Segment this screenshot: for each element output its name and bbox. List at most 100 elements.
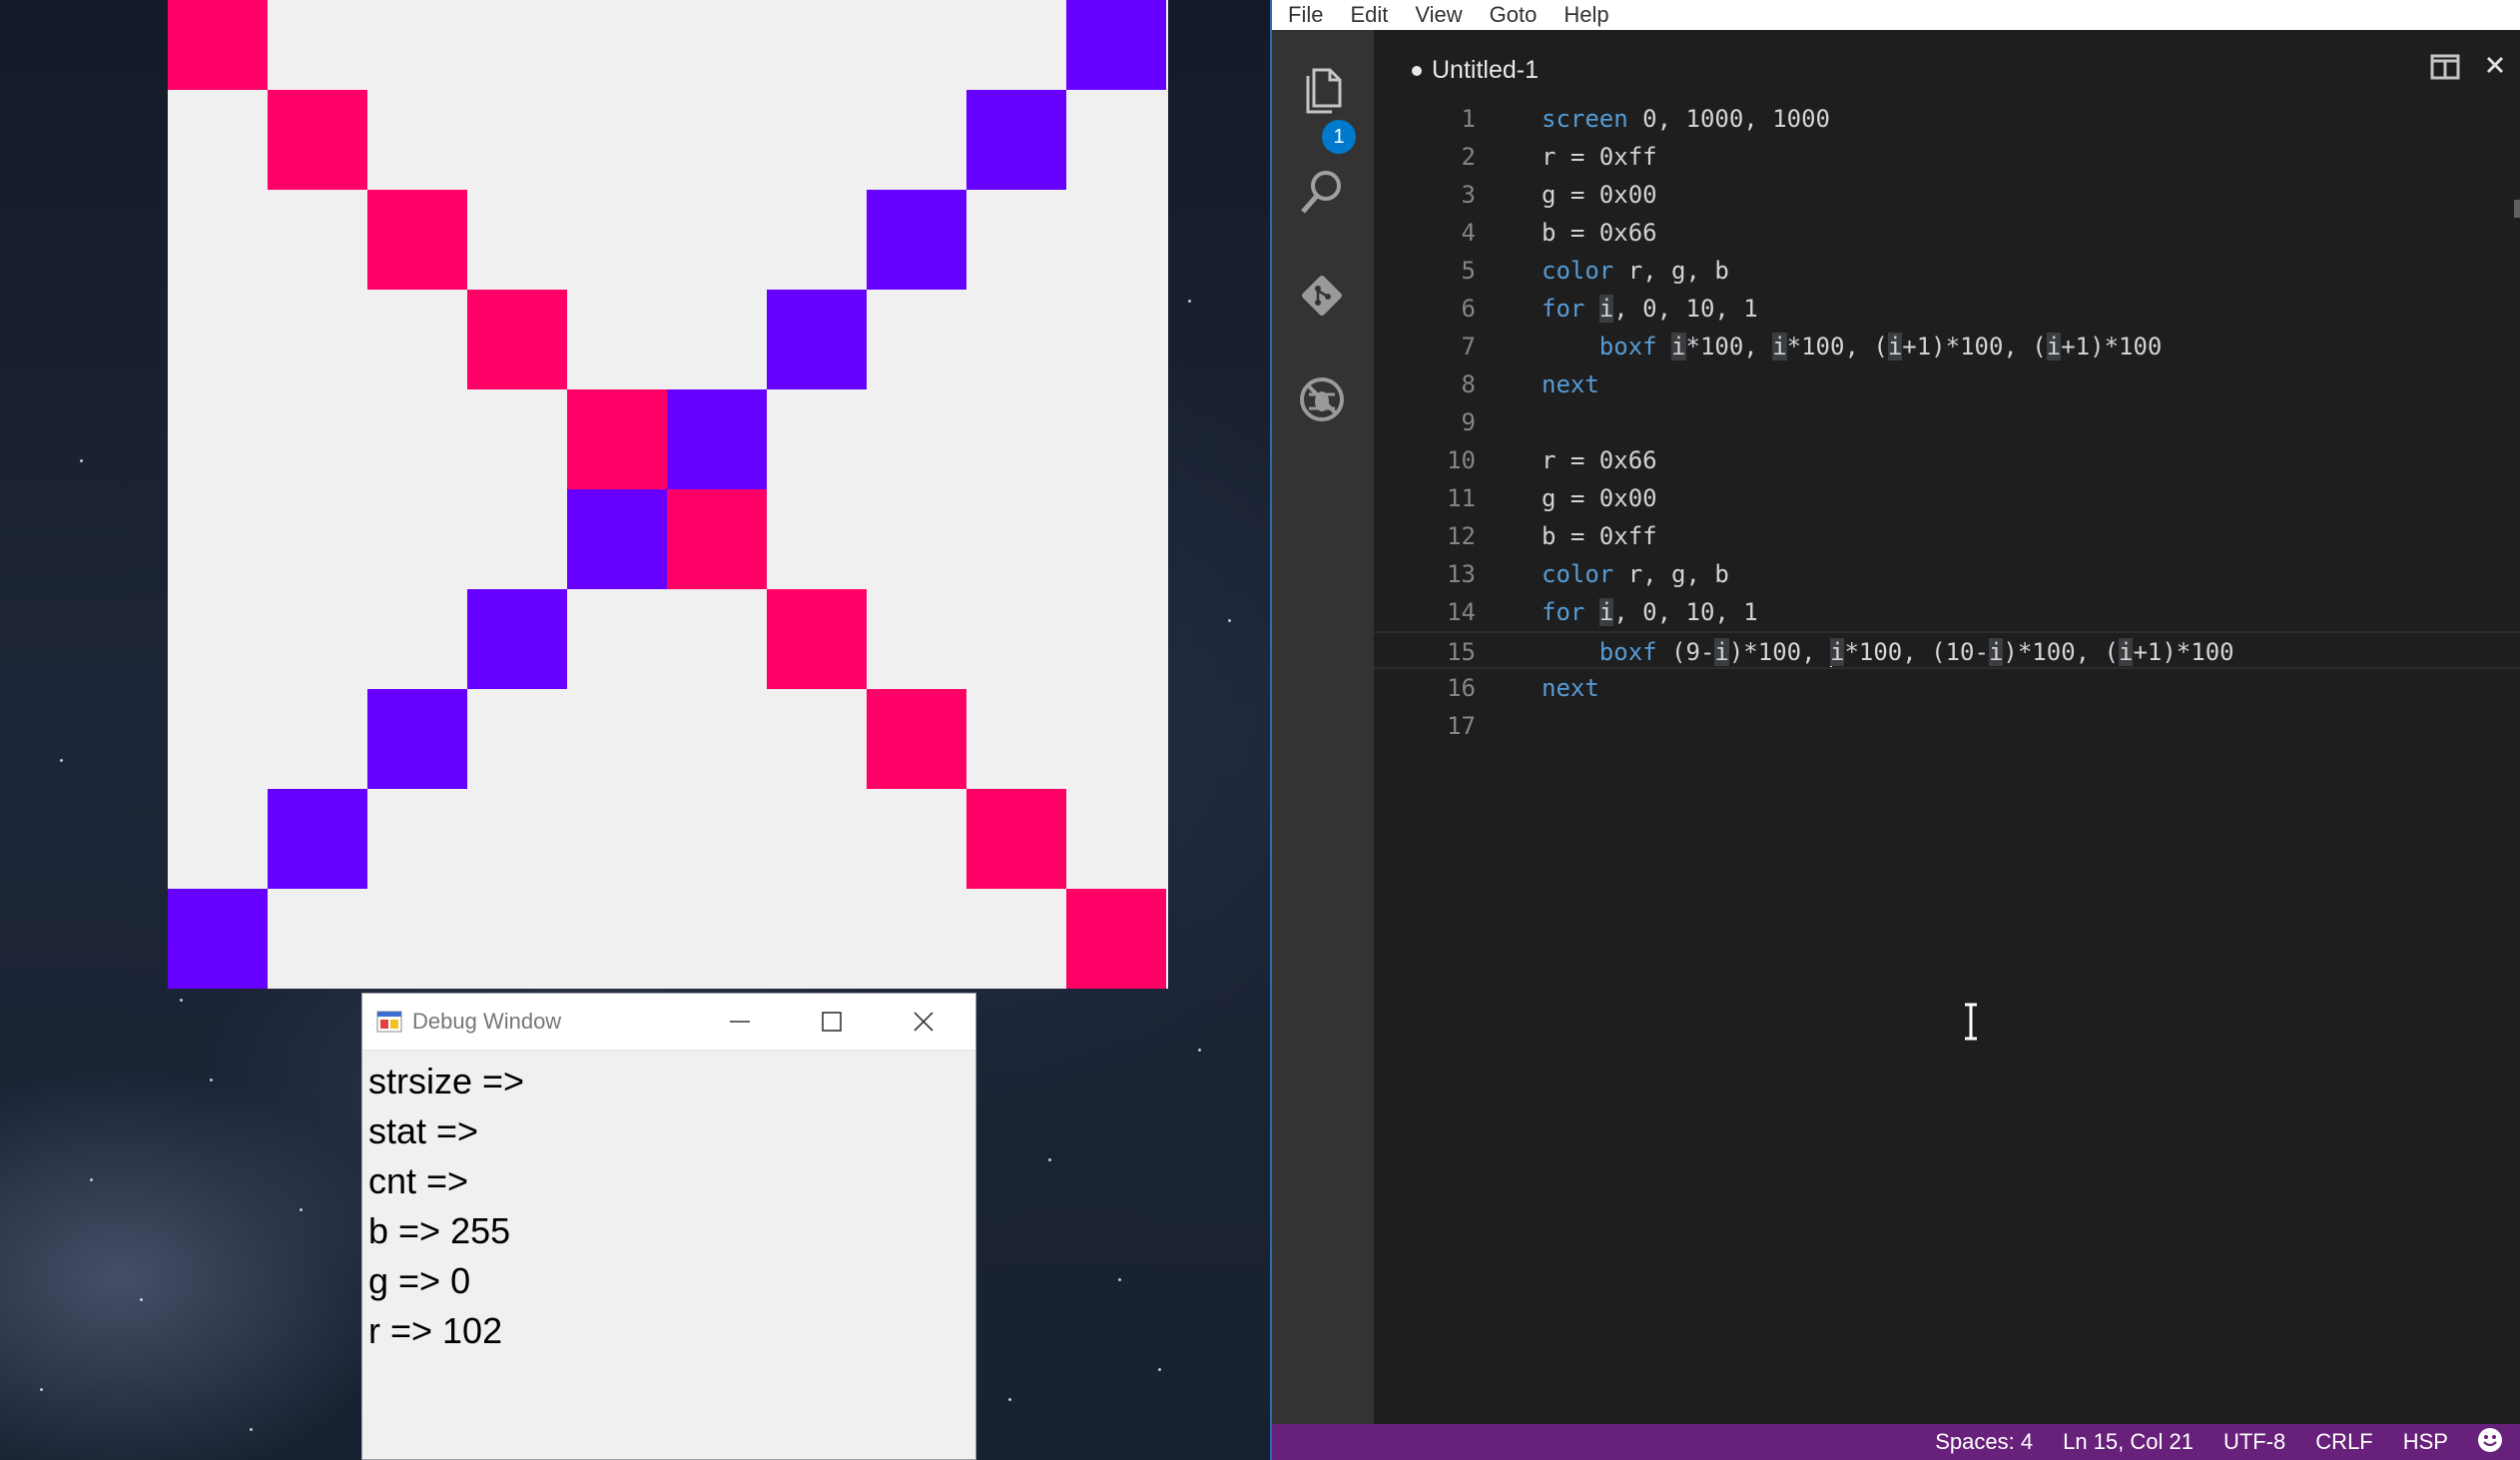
line-number: 5 (1461, 257, 1476, 285)
menu-edit[interactable]: Edit (1350, 2, 1388, 28)
line-number: 13 (1447, 560, 1476, 588)
code-line: 14 for i, 0, 10, 1 (1374, 593, 2520, 631)
status-bar: Spaces: 4 Ln 15, Col 21 UTF-8 CRLF HSP (1272, 1424, 2520, 1460)
files-icon (1306, 68, 1342, 114)
app-icon (376, 1011, 402, 1033)
line-number: 9 (1461, 408, 1476, 436)
close-icon (914, 1012, 934, 1032)
indentation-status[interactable]: Spaces: 4 (1935, 1429, 2033, 1455)
debug-line: r => 102 (368, 1310, 503, 1351)
line-number: 8 (1461, 370, 1476, 398)
smiley-icon (2478, 1427, 2502, 1452)
split-editor-button[interactable] (2430, 54, 2460, 85)
line-number: 10 (1447, 446, 1476, 474)
purple-box (268, 789, 367, 889)
debug-line: stat => (368, 1110, 479, 1151)
eol-status[interactable]: CRLF (2315, 1429, 2372, 1455)
line-number: 12 (1447, 522, 1476, 550)
ibeam-cursor-icon (1961, 1003, 1981, 1046)
code-line: 9 (1374, 403, 2520, 441)
language-status[interactable]: HSP (2403, 1429, 2448, 1455)
line-number: 3 (1461, 181, 1476, 209)
activity-bar: 1 (1272, 30, 1374, 1424)
unsaved-dot-icon (1412, 65, 1422, 76)
code-line: 3 g = 0x00 (1374, 176, 2520, 214)
pink-box (867, 689, 966, 789)
code-line: 7 boxf i*100, i*100, (i+1)*100, (i+1)*10… (1374, 328, 2520, 365)
screen-canvas (168, 0, 1168, 989)
debug-line: strsize => (368, 1061, 525, 1101)
pink-box (367, 190, 467, 290)
pink-box (667, 489, 767, 589)
minimize-icon (730, 1021, 750, 1023)
line-number: 7 (1461, 333, 1476, 361)
pink-box (467, 290, 567, 389)
maximize-button[interactable] (786, 994, 878, 1050)
close-icon (2486, 56, 2504, 74)
explorer-badge: 1 (1322, 120, 1356, 154)
purple-box (867, 190, 966, 290)
debug-window: Debug Window strsize => stat => cnt => b… (361, 993, 976, 1460)
code-line: 8 next (1374, 365, 2520, 403)
line-number: 16 (1447, 674, 1476, 702)
encoding-status[interactable]: UTF-8 (2223, 1429, 2285, 1455)
purple-box (767, 290, 867, 389)
code-line: 10 r = 0x66 (1374, 441, 2520, 479)
pink-box (966, 789, 1066, 889)
pink-box (168, 0, 268, 90)
debug-line: b => 255 (368, 1210, 511, 1251)
line-number: 15 (1447, 638, 1476, 666)
debug-window-title: Debug Window (412, 1009, 562, 1034)
search-button[interactable] (1296, 166, 1348, 218)
debug-titlebar[interactable]: Debug Window (362, 994, 975, 1051)
scrollbar-marker[interactable] (2514, 200, 2520, 218)
debug-line: cnt => (368, 1160, 469, 1201)
tab-label: Untitled-1 (1432, 56, 1539, 84)
minimize-button[interactable] (694, 994, 786, 1050)
cursor-position-status[interactable]: Ln 15, Col 21 (2063, 1429, 2194, 1455)
line-number: 2 (1461, 143, 1476, 171)
explorer-button[interactable] (1296, 64, 1348, 116)
line-number: 4 (1461, 219, 1476, 247)
code-line: 2 r = 0xff (1374, 138, 2520, 176)
menu-goto[interactable]: Goto (1490, 2, 1538, 28)
code-line: 12 b = 0xff (1374, 517, 2520, 555)
purple-box (567, 489, 667, 589)
pink-box (767, 589, 867, 689)
pink-box (268, 90, 367, 190)
no-bug-icon (1300, 377, 1344, 421)
git-icon (1302, 276, 1342, 316)
code-line: 4 b = 0x66 (1374, 214, 2520, 252)
purple-box (467, 589, 567, 689)
code-area[interactable]: 1 screen 0, 1000, 1000 2 r = 0xff 3 g = … (1374, 100, 2520, 1424)
tab-untitled-1[interactable]: Untitled-1 (1412, 56, 1539, 85)
split-editor-icon (2430, 54, 2460, 80)
debug-line: g => 0 (368, 1260, 471, 1301)
code-editor-window: File Edit View Goto Help 1 Untitled-1 1 … (1270, 0, 2520, 1460)
maximize-icon (822, 1012, 842, 1032)
code-line: 13 color r, g, b (1374, 555, 2520, 593)
line-number: 17 (1447, 712, 1476, 740)
menu-bar: File Edit View Goto Help (1272, 0, 2520, 30)
purple-box (667, 389, 767, 489)
close-button[interactable] (878, 994, 969, 1050)
search-icon (1301, 171, 1341, 214)
feedback-smiley-button[interactable] (2476, 1426, 2504, 1459)
code-line: 11 g = 0x00 (1374, 479, 2520, 517)
menu-help[interactable]: Help (1564, 2, 1608, 28)
line-number: 14 (1447, 598, 1476, 626)
debug-output: strsize => stat => cnt => b => 255 g => … (362, 1051, 975, 1356)
close-editor-button[interactable] (2484, 54, 2506, 81)
code-line: 16 next (1374, 669, 2520, 707)
code-line: 17 (1374, 707, 2520, 745)
line-number: 6 (1461, 295, 1476, 323)
hsp-screen-window (168, 0, 1168, 989)
menu-view[interactable]: View (1415, 2, 1462, 28)
debug-button[interactable] (1296, 373, 1348, 425)
source-control-button[interactable] (1296, 270, 1348, 322)
code-line: 5 color r, g, b (1374, 252, 2520, 290)
purple-box (367, 689, 467, 789)
code-line: 6 for i, 0, 10, 1 (1374, 290, 2520, 328)
menu-file[interactable]: File (1288, 2, 1323, 28)
current-code-line: 15 boxf (9-i)*100, i*100, (10-i)*100, (i… (1374, 631, 2520, 669)
